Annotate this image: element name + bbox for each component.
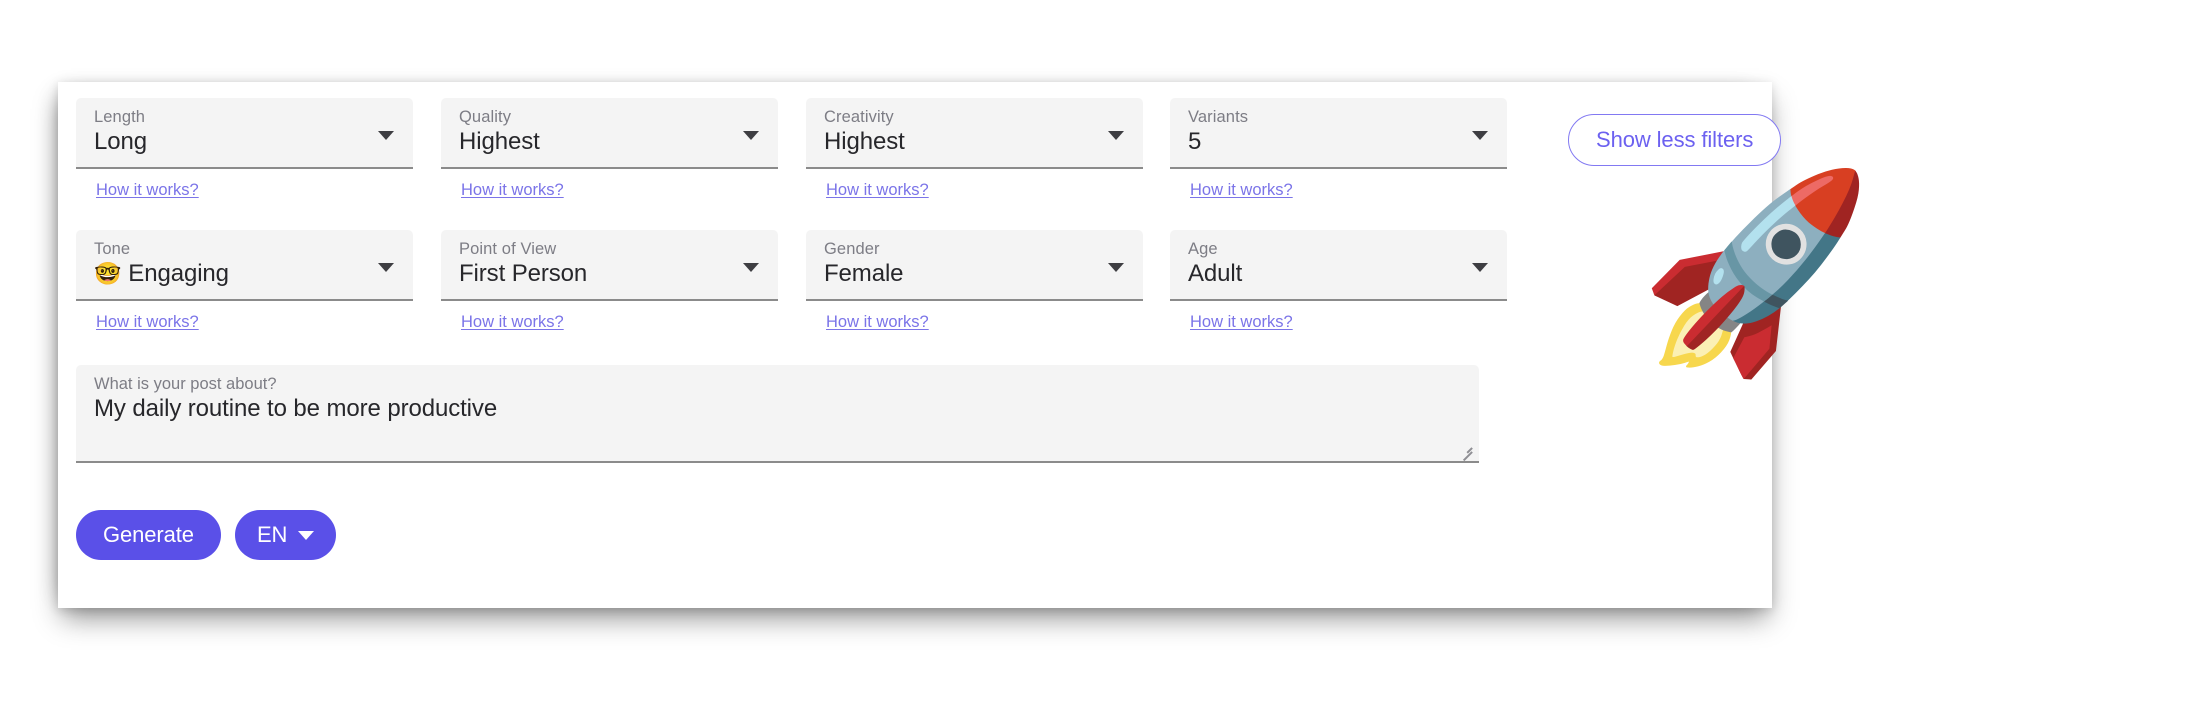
filter-creativity: Creativity Highest How it works?: [806, 98, 1143, 200]
action-bar: Generate EN: [76, 510, 337, 560]
chevron-down-icon: [1472, 263, 1488, 272]
filter-length: Length Long How it works?: [76, 98, 413, 200]
generator-card: Length Long How it works? Quality Highes…: [58, 82, 1782, 608]
variants-select[interactable]: Variants 5: [1170, 98, 1507, 169]
creativity-how-it-works-link[interactable]: How it works?: [826, 181, 929, 200]
age-select[interactable]: Age Adult: [1170, 230, 1507, 301]
creativity-select[interactable]: Creativity Highest: [806, 98, 1143, 169]
filter-gender: Gender Female How it works?: [806, 230, 1143, 332]
age-how-it-works-link[interactable]: How it works?: [1190, 313, 1293, 332]
length-label: Length: [94, 108, 146, 126]
creativity-label: Creativity: [824, 108, 894, 126]
quality-select[interactable]: Quality Highest: [441, 98, 778, 169]
point-of-view-label: Point of View: [459, 240, 557, 258]
gender-select[interactable]: Gender Female: [806, 230, 1143, 301]
quality-value-text: Highest: [459, 128, 540, 155]
length-value: Long: [94, 128, 147, 156]
gender-value-text: Female: [824, 260, 904, 287]
filter-point-of-view: Point of View First Person How it works?: [441, 230, 778, 332]
filter-tone: Tone 🤓 Engaging How it works?: [76, 230, 413, 332]
length-select[interactable]: Length Long: [76, 98, 413, 169]
show-less-filters-button[interactable]: Show less filters: [1568, 114, 1782, 166]
rocket-emoji-icon: 🚀: [1636, 164, 1877, 382]
post-topic-textarea[interactable]: What is your post about? My daily routin…: [76, 365, 1479, 463]
nerd-face-emoji-icon: 🤓: [94, 261, 122, 286]
chevron-down-icon: [378, 263, 394, 272]
point-of-view-how-it-works-link[interactable]: How it works?: [461, 313, 564, 332]
filter-variants: Variants 5 How it works?: [1170, 98, 1507, 200]
creativity-value: Highest: [824, 128, 905, 156]
resize-grip-icon[interactable]: [1458, 441, 1474, 462]
quality-how-it-works-link[interactable]: How it works?: [461, 181, 564, 200]
variants-value: 5: [1188, 128, 1201, 156]
post-topic-value: My daily routine to be more productive: [94, 395, 498, 422]
gender-value: Female: [824, 260, 904, 288]
point-of-view-value: First Person: [459, 260, 587, 288]
card-content: Length Long How it works? Quality Highes…: [58, 82, 1782, 608]
tone-label: Tone: [94, 240, 131, 258]
generate-button[interactable]: Generate: [76, 510, 221, 560]
creativity-value-text: Highest: [824, 128, 905, 155]
filter-age: Age Adult How it works?: [1170, 230, 1507, 332]
age-value-text: Adult: [1188, 260, 1243, 287]
age-label: Age: [1188, 240, 1218, 258]
tone-how-it-works-link[interactable]: How it works?: [96, 313, 199, 332]
variants-value-text: 5: [1188, 128, 1202, 155]
tone-value: 🤓 Engaging: [94, 260, 229, 288]
gender-how-it-works-link[interactable]: How it works?: [826, 313, 929, 332]
point-of-view-select[interactable]: Point of View First Person: [441, 230, 778, 301]
age-value: Adult: [1188, 260, 1242, 288]
post-topic-label: What is your post about?: [94, 375, 277, 393]
quality-label: Quality: [459, 108, 512, 126]
chevron-down-icon: [1472, 131, 1488, 140]
language-selector-button[interactable]: EN: [234, 510, 337, 560]
chevron-down-icon: [1108, 131, 1124, 140]
chevron-down-icon: [298, 530, 315, 540]
point-of-view-value-text: First Person: [459, 260, 588, 287]
chevron-down-icon: [743, 131, 759, 140]
tone-select[interactable]: Tone 🤓 Engaging: [76, 230, 413, 301]
variants-label: Variants: [1188, 108, 1249, 126]
gender-label: Gender: [824, 240, 880, 258]
quality-value: Highest: [459, 128, 540, 156]
chevron-down-icon: [1108, 263, 1124, 272]
chevron-down-icon: [743, 263, 759, 272]
chevron-down-icon: [378, 131, 394, 140]
filter-quality: Quality Highest How it works?: [441, 98, 778, 200]
variants-how-it-works-link[interactable]: How it works?: [1190, 181, 1293, 200]
tone-value-text: Engaging: [128, 260, 229, 287]
length-how-it-works-link[interactable]: How it works?: [96, 181, 199, 200]
length-value-text: Long: [94, 128, 147, 155]
language-label: EN: [256, 522, 288, 547]
